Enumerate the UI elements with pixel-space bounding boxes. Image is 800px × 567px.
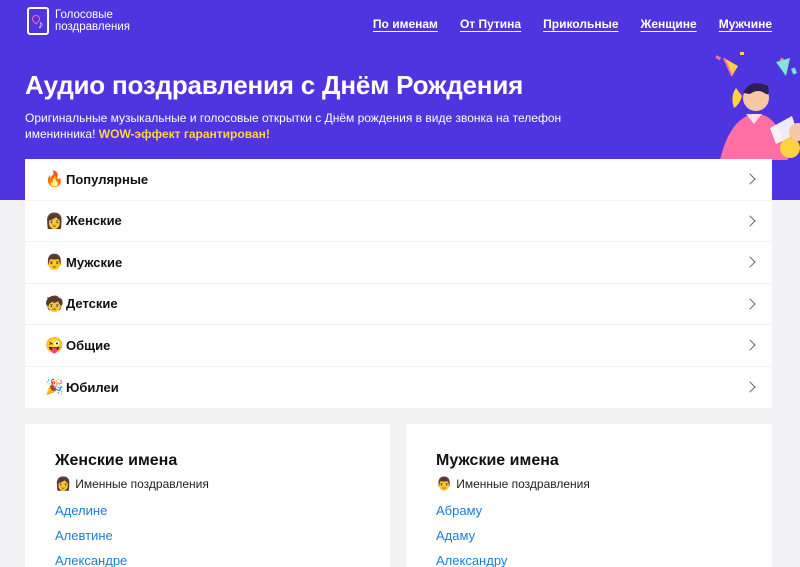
name-link[interactable]: Александре xyxy=(55,553,360,567)
nav-for-woman[interactable]: Женщине xyxy=(641,17,697,31)
man-icon: 👨 xyxy=(45,254,64,272)
chevron-right-icon xyxy=(744,298,756,310)
man-icon: 👨 xyxy=(436,476,453,491)
women-names-list: Аделине Алевтине Александре xyxy=(55,503,360,567)
name-link[interactable]: Александру xyxy=(436,553,742,567)
men-names-list: Абраму Адаму Александру xyxy=(436,503,742,567)
category-label: Популярные xyxy=(66,171,149,187)
chevron-right-icon xyxy=(744,173,756,185)
name-link[interactable]: Абраму xyxy=(436,503,742,528)
hero-subtitle: Оригинальные музыкальные и голосовые отк… xyxy=(25,110,585,142)
category-label: Женские xyxy=(66,213,122,229)
category-jubilee[interactable]: 🎉 Юбилеи xyxy=(25,367,772,409)
name-link[interactable]: Аделине xyxy=(55,503,360,528)
nav-for-man[interactable]: Мужчине xyxy=(719,17,772,31)
top-nav: По именам От Путина Прикольные Женщине М… xyxy=(373,17,772,31)
hero-accent: WOW-эффект гарантирован! xyxy=(98,127,270,141)
woman-icon: 👩 xyxy=(45,212,64,230)
category-kids[interactable]: 🧒 Детские xyxy=(25,284,772,325)
women-names-subtitle: 👩 Именные поздравления xyxy=(55,476,360,492)
winking-face-icon: 😜 xyxy=(45,337,64,355)
woman-icon: 👩 xyxy=(55,476,72,491)
fire-icon: 🔥 xyxy=(45,171,64,189)
category-list: 🔥 Популярные 👩 Женские 👨 Мужские 🧒 Детск… xyxy=(25,159,772,408)
category-label: Общие xyxy=(66,337,111,353)
child-icon: 🧒 xyxy=(45,295,64,313)
nav-funny[interactable]: Прикольные xyxy=(543,17,618,31)
chevron-right-icon xyxy=(744,381,756,393)
nav-by-names[interactable]: По именам xyxy=(373,17,438,31)
name-link[interactable]: Алевтине xyxy=(55,528,360,553)
party-illustration xyxy=(715,52,800,160)
logo-line-2: поздравления xyxy=(55,21,130,33)
chevron-right-icon xyxy=(744,256,756,268)
women-names-title: Женские имена xyxy=(55,452,178,469)
category-general[interactable]: 😜 Общие xyxy=(25,325,772,367)
logo-icon xyxy=(27,7,49,35)
chevron-right-icon xyxy=(744,215,756,227)
category-label: Мужские xyxy=(66,254,123,270)
category-men[interactable]: 👨 Мужские xyxy=(25,242,772,284)
women-names-card: Женские имена 👩 Именные поздравления Аде… xyxy=(25,424,390,567)
nav-from-putin[interactable]: От Путина xyxy=(460,17,521,31)
men-names-subtitle: 👨 Именные поздравления xyxy=(436,476,742,492)
men-names-card: Мужские имена 👨 Именные поздравления Абр… xyxy=(406,424,772,567)
women-names-subtitle-text: Именные поздравления xyxy=(75,477,209,491)
logo-line-1: Голосовые xyxy=(55,9,113,21)
men-names-title: Мужские имена xyxy=(436,452,559,469)
chevron-right-icon xyxy=(744,339,756,351)
men-names-subtitle-text: Именные поздравления xyxy=(456,477,590,491)
party-popper-icon: 🎉 xyxy=(45,379,64,397)
category-label: Юбилеи xyxy=(66,379,119,395)
category-women[interactable]: 👩 Женские xyxy=(25,201,772,242)
name-link[interactable]: Адаму xyxy=(436,528,742,553)
category-label: Детские xyxy=(66,296,118,312)
logo[interactable]: Голосовые поздравления xyxy=(27,7,130,35)
page-title: Аудио поздравления с Днём Рождения xyxy=(25,70,524,100)
category-popular[interactable]: 🔥 Популярные xyxy=(25,159,772,201)
logo-text: Голосовые поздравления xyxy=(55,9,130,33)
